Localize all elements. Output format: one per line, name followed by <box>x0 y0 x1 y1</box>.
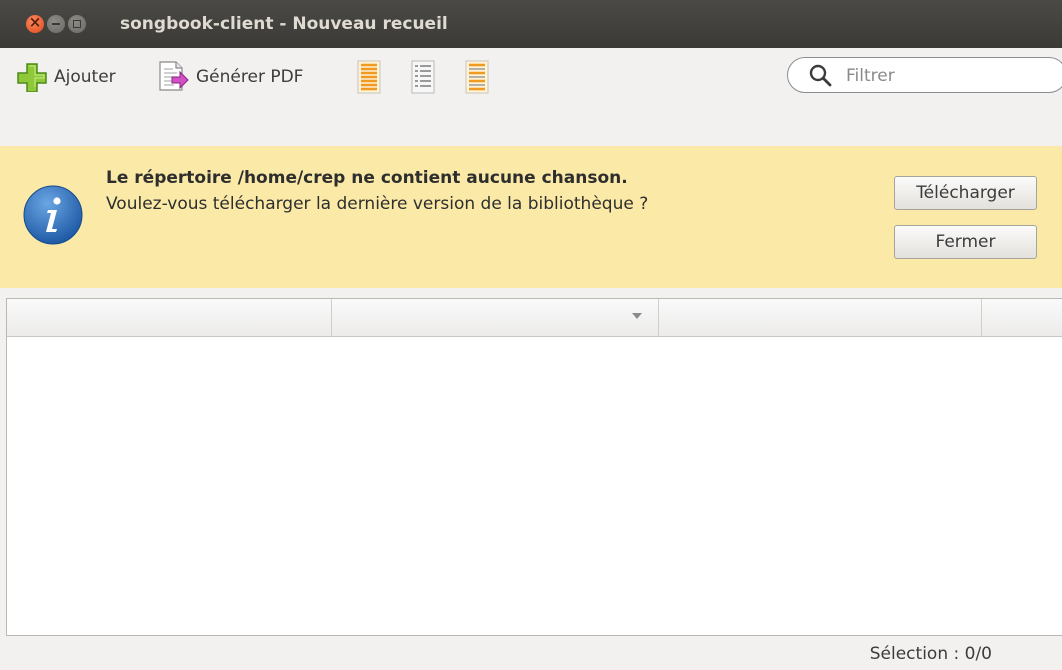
generate-pdf-button[interactable]: Générer PDF <box>156 61 304 92</box>
generate-pdf-label: Générer PDF <box>196 67 304 87</box>
list-view-icon <box>465 60 489 94</box>
close-infobar-button[interactable]: Fermer <box>894 225 1037 259</box>
view-mode-1-button[interactable] <box>356 60 382 94</box>
info-title: Le répertoire /home/crep ne contient auc… <box>106 168 628 188</box>
selection-count: Sélection : 0/0 <box>869 644 992 664</box>
window-title: songbook-client - Nouveau recueil <box>120 14 448 34</box>
document-export-icon <box>159 61 189 91</box>
maximize-window-button[interactable] <box>68 15 86 33</box>
column-header-1[interactable] <box>7 299 332 336</box>
title-bar: songbook-client - Nouveau recueil <box>0 0 1062 48</box>
plus-icon <box>17 63 47 92</box>
song-table[interactable] <box>6 298 1062 636</box>
list-view-icon <box>411 60 435 94</box>
info-message: Voulez-vous télécharger la dernière vers… <box>106 194 649 214</box>
info-bar: Le répertoire /home/crep ne contient auc… <box>0 146 1062 288</box>
add-button[interactable]: Ajouter <box>16 62 116 92</box>
minimize-window-button[interactable] <box>47 15 65 33</box>
column-header-3[interactable] <box>659 299 982 336</box>
view-mode-2-button[interactable] <box>410 60 436 94</box>
column-header-2[interactable] <box>332 299 659 336</box>
filter-input[interactable] <box>844 64 1048 88</box>
status-bar: Sélection : 0/0 <box>0 638 1062 670</box>
filter-search-box[interactable] <box>787 57 1062 93</box>
table-header <box>7 299 1062 337</box>
add-button-label: Ajouter <box>54 67 116 87</box>
download-button[interactable]: Télécharger <box>894 176 1037 210</box>
view-mode-3-button[interactable] <box>464 60 490 94</box>
list-view-icon <box>357 60 381 94</box>
close-window-button[interactable] <box>26 13 44 33</box>
info-icon <box>23 185 83 245</box>
search-icon <box>809 64 832 87</box>
sort-arrow-icon <box>632 313 642 319</box>
